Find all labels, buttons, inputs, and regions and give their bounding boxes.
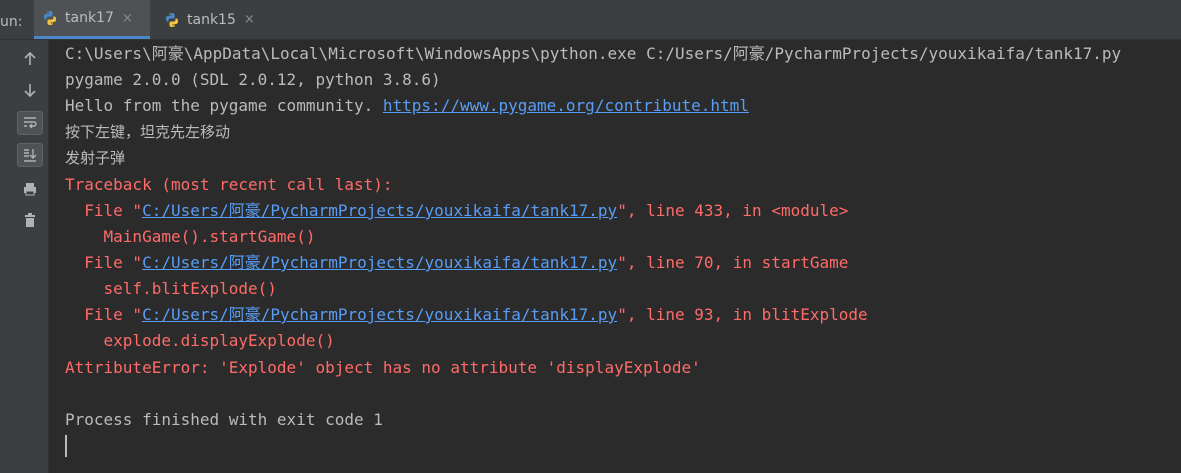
console-toolbar xyxy=(11,40,49,473)
run-tab-bar: un: tank17 × tank15 × xyxy=(0,0,1181,40)
command-line: C:\Users\阿豪\AppData\Local\Microsoft\Wind… xyxy=(65,44,1122,63)
hello-text: Hello from the pygame community. xyxy=(65,96,383,115)
python-icon xyxy=(164,12,180,28)
close-icon[interactable]: × xyxy=(244,13,255,26)
traceback-header: Traceback (most recent call last): xyxy=(65,175,393,194)
exit-message: Process finished with exit code 1 xyxy=(65,410,383,429)
close-icon[interactable]: × xyxy=(122,12,133,25)
run-label: un: xyxy=(0,14,23,30)
tab-tank15[interactable]: tank15 × xyxy=(156,0,264,39)
traceback-frame: File "C:/Users/阿豪/PycharmProjects/youxik… xyxy=(65,198,848,224)
soft-wrap-icon[interactable] xyxy=(17,111,43,135)
left-tool-strip xyxy=(0,40,11,473)
frame-file-link[interactable]: C:/Users/阿豪/PycharmProjects/youxikaifa/t… xyxy=(142,305,617,324)
frame-code: explode.displayExplode() xyxy=(65,331,335,350)
frame-code: MainGame().startGame() xyxy=(65,227,316,246)
trash-icon[interactable] xyxy=(17,208,43,232)
tab-label: tank15 xyxy=(187,11,236,28)
frame-prefix: File " xyxy=(65,253,143,272)
frame-file-link[interactable]: C:/Users/阿豪/PycharmProjects/youxikaifa/t… xyxy=(142,253,617,272)
frame-file-link[interactable]: C:/Users/阿豪/PycharmProjects/youxikaifa/t… xyxy=(142,201,617,220)
output-message-2: 发射子弹 xyxy=(65,149,126,167)
tab-label: tank17 xyxy=(65,10,114,26)
output-message-1: 按下左键，坦克先左移动 xyxy=(65,123,231,141)
frame-prefix: File " xyxy=(65,201,143,220)
frame-suffix: ", line 70, in startGame xyxy=(617,253,849,272)
frame-suffix: ", line 433, in <module> xyxy=(617,201,849,220)
pygame-contribute-link[interactable]: https://www.pygame.org/contribute.html xyxy=(383,96,749,115)
run-window: un: tank17 × tank15 × C:\Users\阿豪\AppDat… xyxy=(0,0,1181,473)
down-arrow-icon[interactable] xyxy=(17,78,43,102)
tab-tank17[interactable]: tank17 × xyxy=(34,0,150,39)
frame-suffix: ", line 93, in blitExplode xyxy=(617,305,868,324)
python-icon xyxy=(42,10,58,26)
frame-prefix: File " xyxy=(65,305,143,324)
error-message: AttributeError: 'Explode' object has no … xyxy=(65,358,701,377)
print-icon[interactable] xyxy=(17,177,43,201)
scroll-to-end-icon[interactable] xyxy=(17,143,43,167)
frame-code: self.blitExplode() xyxy=(65,279,277,298)
input-caret[interactable] xyxy=(65,435,67,457)
traceback-frame: File "C:/Users/阿豪/PycharmProjects/youxik… xyxy=(65,250,848,276)
hello-line: Hello from the pygame community. https:/… xyxy=(65,93,749,119)
traceback-frame: File "C:/Users/阿豪/PycharmProjects/youxik… xyxy=(65,302,868,328)
up-arrow-icon[interactable] xyxy=(17,47,43,71)
pygame-version-line: pygame 2.0.0 (SDL 2.0.12, python 3.8.6) xyxy=(65,70,441,89)
console-output[interactable]: C:\Users\阿豪\AppData\Local\Microsoft\Wind… xyxy=(49,40,1181,473)
